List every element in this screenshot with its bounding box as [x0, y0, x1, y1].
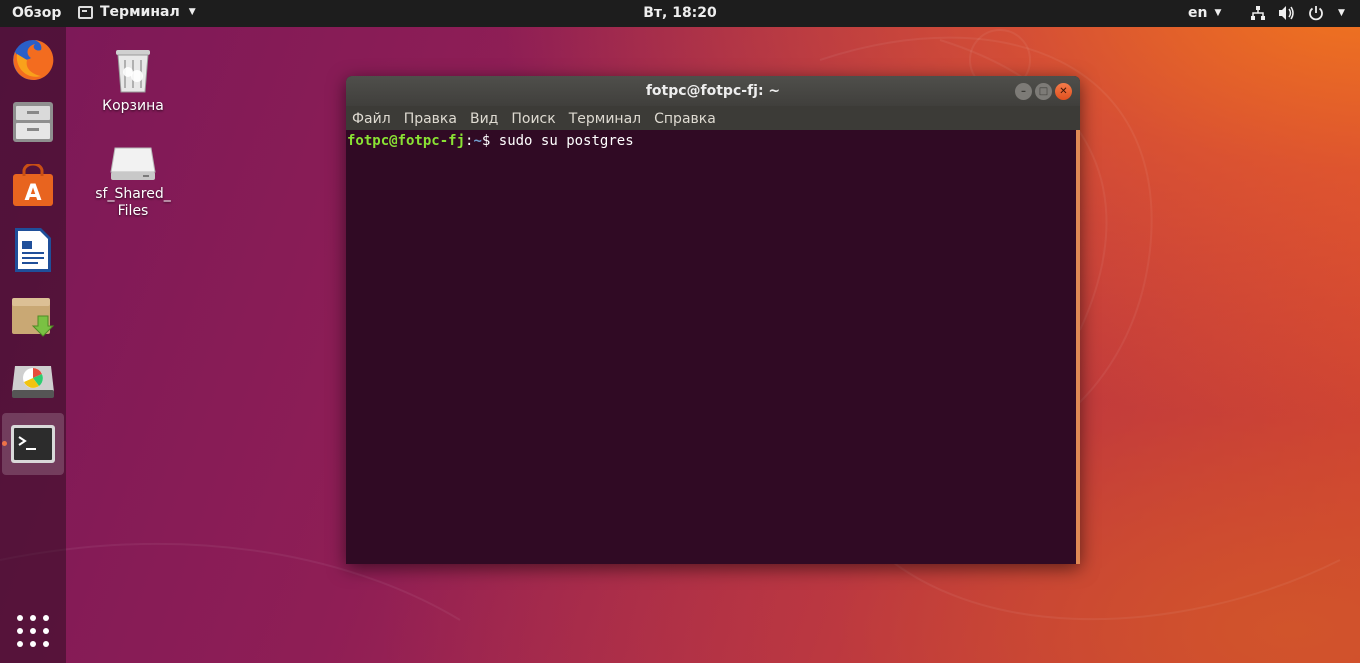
dock-terminal[interactable]: [2, 413, 64, 475]
desktop-icon-label: Корзина: [102, 98, 164, 114]
grid-dot-icon: [30, 641, 36, 647]
maximize-icon: □: [1038, 85, 1049, 97]
prompt-path: ~: [473, 133, 482, 149]
grid-dot-icon: [43, 628, 49, 634]
top-bar: Обзор Терминал ▼ Вт, 18:20 en ▼ ▼: [0, 0, 1360, 27]
grid-dot-icon: [30, 628, 36, 634]
activities-button[interactable]: Обзор: [12, 5, 61, 21]
window-titlebar[interactable]: fotpc@fotpc-fj: ~ – □ ✕: [346, 76, 1080, 106]
language-label: en: [1188, 5, 1208, 21]
dock-archive[interactable]: [8, 291, 58, 341]
firefox-icon: [13, 39, 54, 80]
prompt-user: fotpc@fotpc-fj: [347, 133, 466, 149]
menu-help[interactable]: Справка: [654, 110, 716, 127]
disk-usage-icon: [12, 366, 54, 398]
show-applications-button[interactable]: [17, 615, 49, 647]
system-menu[interactable]: ▼: [1250, 5, 1345, 21]
software-center-icon: A: [13, 164, 53, 206]
desktop-icon-trash[interactable]: Корзина: [88, 46, 178, 114]
desktop-icon-shared-files[interactable]: sf_Shared_ Files: [88, 146, 178, 220]
app-menu-label: Терминал: [100, 4, 180, 20]
dock-firefox[interactable]: [8, 35, 58, 85]
window-controls: – □ ✕: [1015, 83, 1072, 100]
window-title: fotpc@fotpc-fj: ~: [645, 83, 781, 99]
grid-dot-icon: [43, 641, 49, 647]
caret-down-icon: ▼: [1214, 8, 1222, 18]
network-icon: [1251, 6, 1265, 20]
desktop-icon-label: sf_Shared_ Files: [95, 186, 171, 219]
menu-search[interactable]: Поиск: [511, 110, 555, 127]
terminal-app-icon: [78, 5, 93, 19]
trash-icon: [116, 50, 150, 93]
caret-down-icon: ▼: [1338, 8, 1345, 18]
package-download-icon: [12, 298, 55, 337]
minimize-icon: –: [1021, 85, 1026, 97]
svg-text:A: A: [24, 181, 41, 206]
menu-file[interactable]: Файл: [352, 110, 391, 127]
prompt-symbol: $: [481, 133, 491, 149]
menu-view[interactable]: Вид: [470, 110, 498, 127]
terminal-area[interactable]: fotpc@fotpc-fj:~$ sudo su postgres: [346, 130, 1076, 564]
terminal-scrollbar[interactable]: [1076, 130, 1080, 564]
drive-icon: [110, 147, 156, 180]
window-menubar: Файл Правка Вид Поиск Терминал Справка: [346, 106, 1080, 130]
document-writer-icon: [15, 228, 51, 272]
caret-down-icon: ▼: [188, 7, 196, 17]
terminal-line: fotpc@fotpc-fj:~$ sudo su postgres: [347, 133, 1075, 149]
grid-dot-icon: [43, 615, 49, 621]
terminal-command: sudo su postgres: [498, 133, 634, 149]
file-cabinet-icon: [13, 102, 53, 142]
grid-dot-icon: [17, 615, 23, 621]
volume-icon: [1279, 6, 1294, 20]
grid-dot-icon: [17, 628, 23, 634]
clock[interactable]: Вт, 18:20: [643, 5, 717, 21]
dock-software[interactable]: A: [8, 161, 58, 211]
power-icon: [1309, 6, 1323, 21]
close-icon: ✕: [1059, 85, 1068, 97]
dock-disk[interactable]: [8, 355, 58, 405]
app-menu-button[interactable]: Терминал ▼: [78, 4, 196, 20]
menu-edit[interactable]: Правка: [404, 110, 457, 127]
dock-writer[interactable]: [8, 225, 58, 275]
terminal-window: fotpc@fotpc-fj: ~ – □ ✕ Файл Правка Вид …: [346, 76, 1080, 564]
terminal-icon: [11, 425, 55, 463]
minimize-button[interactable]: –: [1015, 83, 1032, 100]
menu-terminal[interactable]: Терминал: [569, 110, 641, 127]
close-button[interactable]: ✕: [1055, 83, 1072, 100]
clock-container: Вт, 18:20: [0, 5, 1360, 21]
language-selector[interactable]: en ▼: [1188, 5, 1221, 21]
maximize-button[interactable]: □: [1035, 83, 1052, 100]
grid-dot-icon: [30, 615, 36, 621]
dock-files[interactable]: [8, 97, 58, 147]
grid-dot-icon: [17, 641, 23, 647]
dock: A: [0, 27, 66, 663]
